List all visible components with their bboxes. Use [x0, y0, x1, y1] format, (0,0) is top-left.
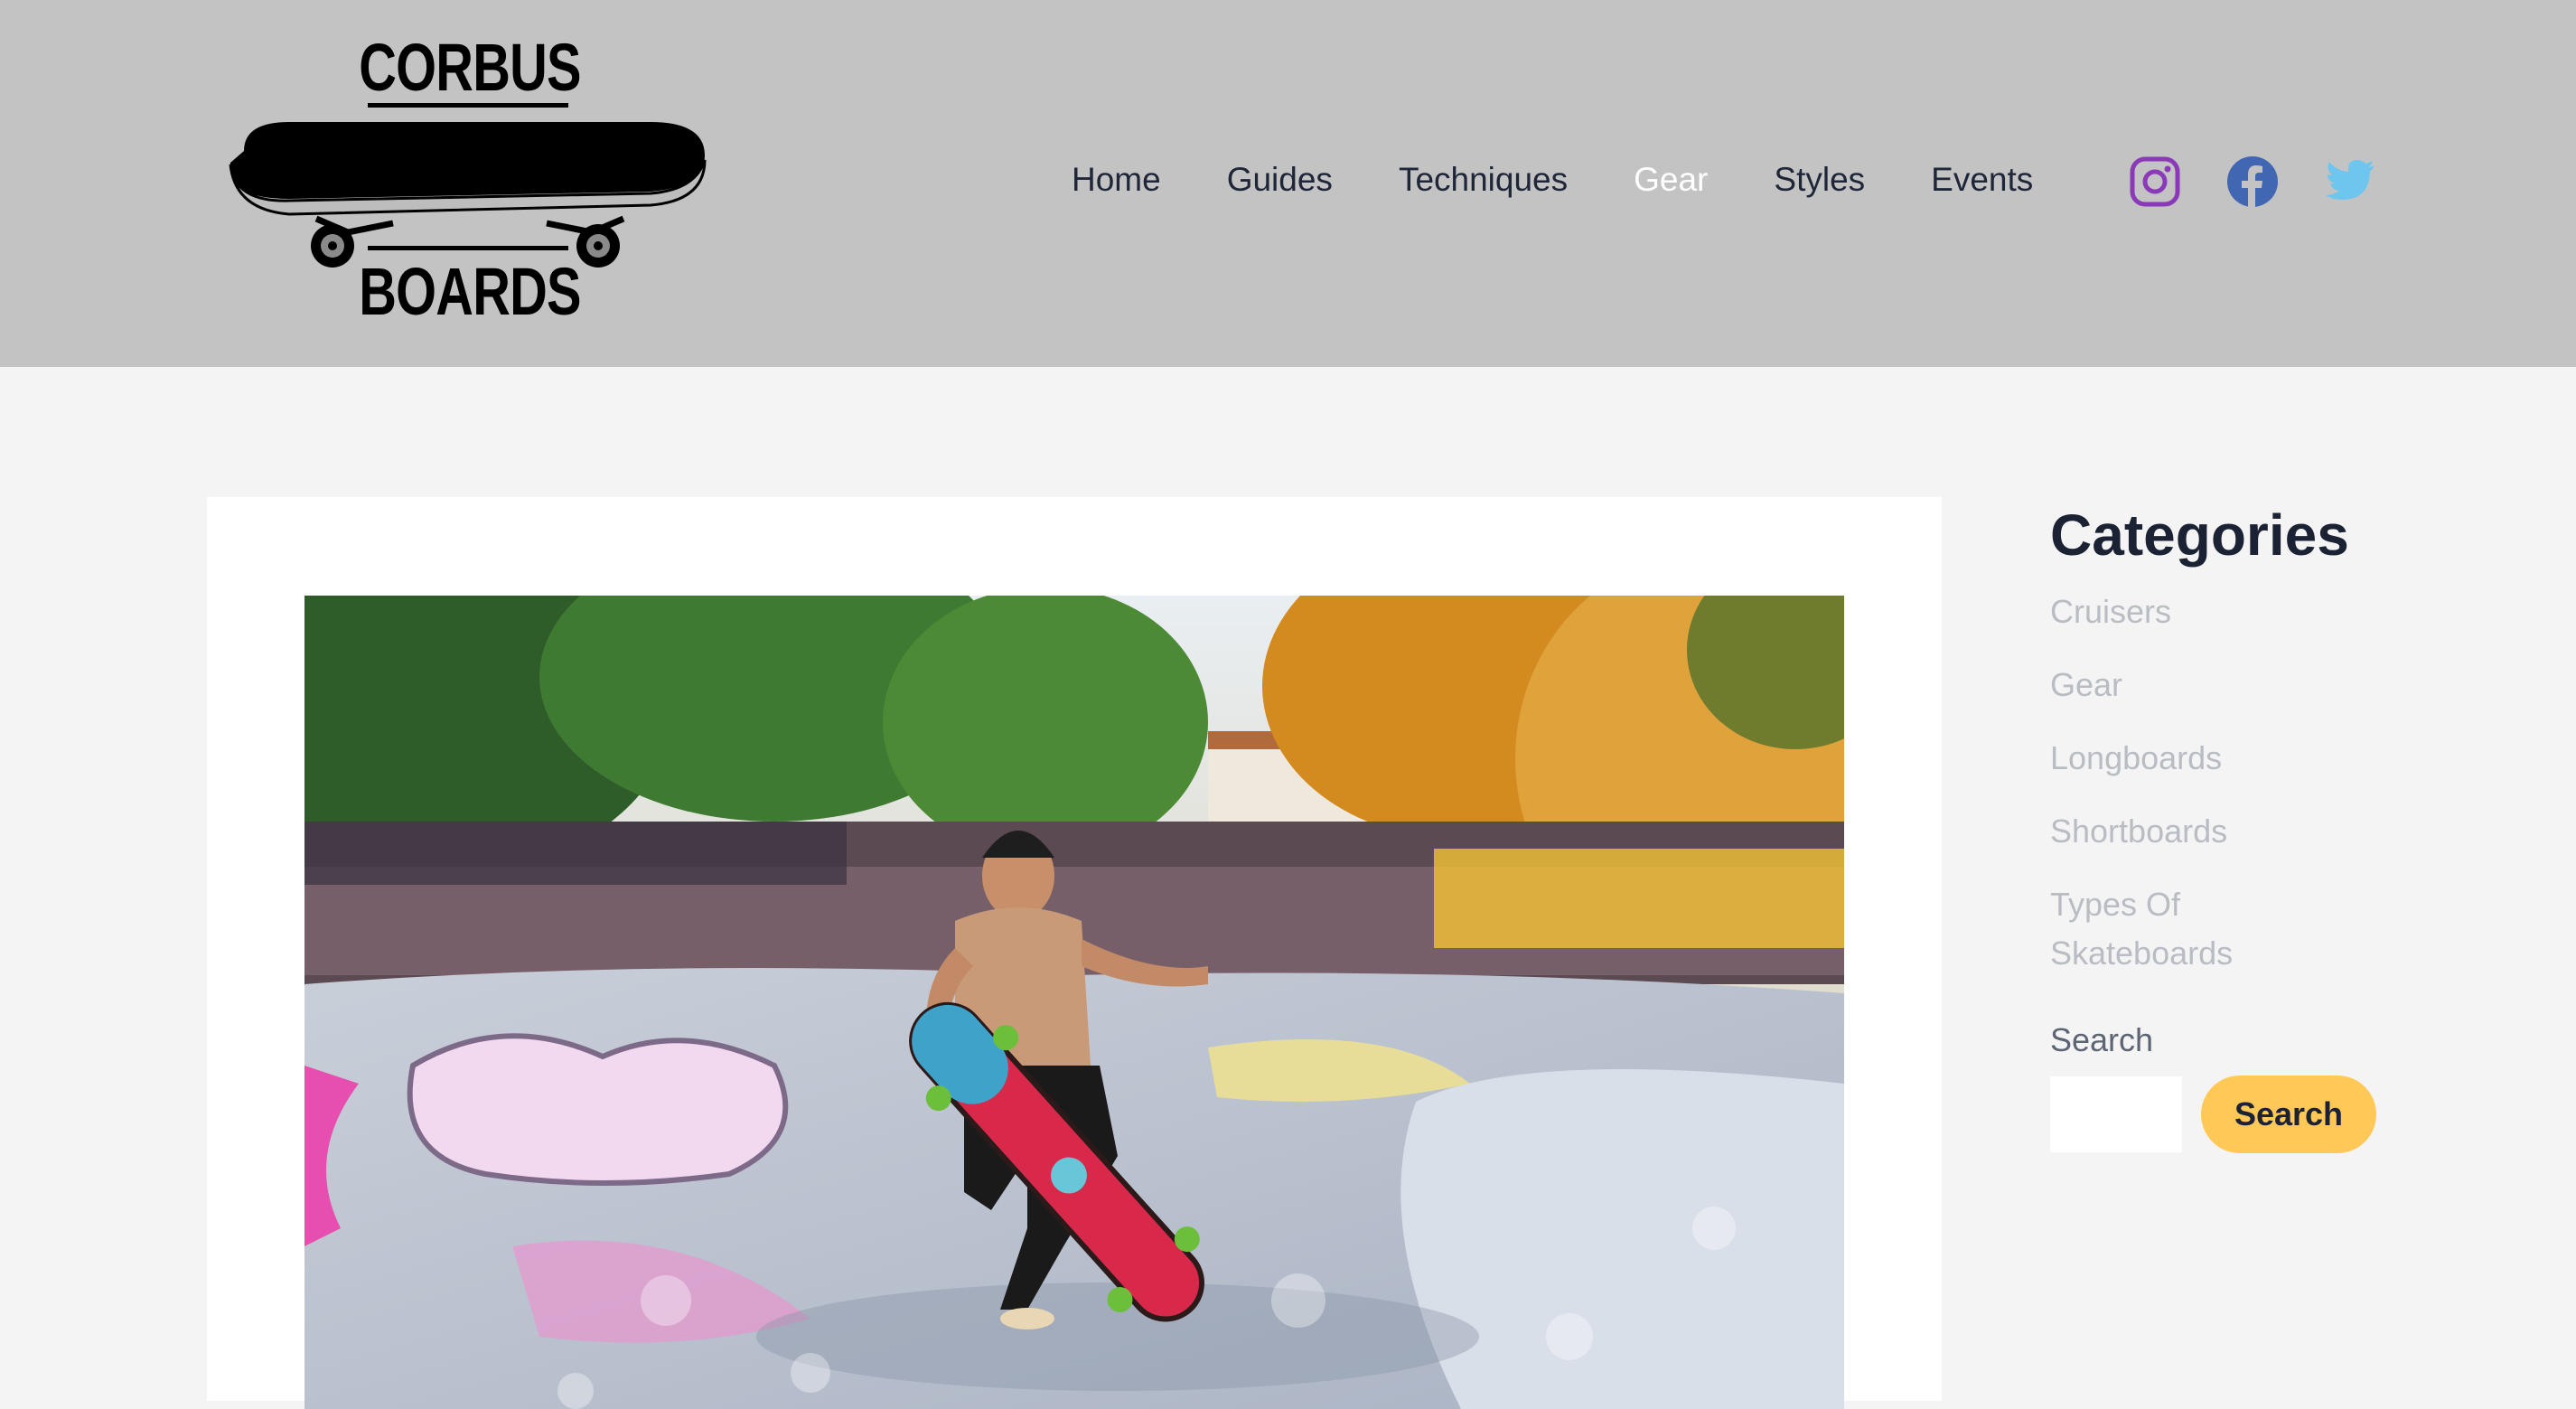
main-navigation: Home Guides Techniques Gear Styles Event… — [1072, 154, 2033, 206]
skatepark-photo-icon — [304, 596, 1844, 1409]
nav-item-guides[interactable]: Guides — [1227, 154, 1333, 206]
search-label: Search — [2050, 1021, 2154, 1058]
instagram-icon[interactable] — [2129, 155, 2181, 208]
search-input[interactable] — [2050, 1076, 2182, 1152]
category-link-gear[interactable]: Gear — [2050, 661, 2276, 709]
nav-item-styles[interactable]: Styles — [1774, 154, 1865, 206]
nav-item-home[interactable]: Home — [1072, 154, 1161, 206]
category-link-shortboards[interactable]: Shortboards — [2050, 807, 2276, 856]
nav-item-gear[interactable]: Gear — [1634, 154, 1708, 206]
category-link-types-of-skateboards[interactable]: Types Of Skateboards — [2050, 880, 2276, 978]
categories-heading: Categories — [2050, 503, 2349, 568]
category-list: Cruisers Gear Longboards Shortboards Typ… — [2050, 587, 2412, 978]
site-logo[interactable]: CORBUS BOARDS — [226, 29, 714, 329]
sidebar: Categories Cruisers Gear Longboards Shor… — [2050, 497, 2412, 1153]
search-form: Search — [2050, 1076, 2412, 1153]
logo-text-bottom: BOARDS — [359, 254, 581, 329]
nav-item-events[interactable]: Events — [1931, 154, 2033, 206]
facebook-icon[interactable] — [2226, 155, 2279, 208]
twitter-icon[interactable] — [2324, 155, 2376, 208]
category-link-cruisers[interactable]: Cruisers — [2050, 587, 2276, 636]
featured-image[interactable] — [304, 596, 1844, 1409]
category-link-longboards[interactable]: Longboards — [2050, 734, 2276, 783]
article-card — [207, 497, 1942, 1409]
logo-text-top: CORBUS — [359, 30, 581, 105]
nav-item-techniques[interactable]: Techniques — [1399, 154, 1568, 206]
search-button[interactable]: Search — [2201, 1076, 2376, 1153]
site-header: CORBUS BOARDS Home Guides Techniques Gea… — [0, 0, 2576, 367]
